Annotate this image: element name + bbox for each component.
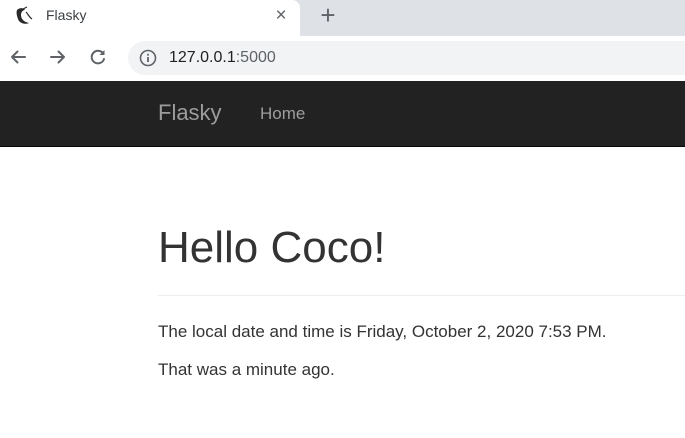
navbar-brand[interactable]: Flasky xyxy=(158,100,222,126)
flask-favicon-icon xyxy=(16,6,33,24)
url-text[interactable]: 127.0.0.1:5000 xyxy=(169,49,276,67)
page-title: Hello Coco! xyxy=(158,223,386,272)
header-divider xyxy=(158,295,685,296)
tab-title: Flasky xyxy=(46,7,87,23)
local-time-text: The local date and time is Friday, Octob… xyxy=(158,322,607,341)
site-info-icon[interactable] xyxy=(139,49,157,67)
forward-arrow-icon[interactable] xyxy=(48,47,68,67)
relative-time-text: That was a minute ago. xyxy=(158,360,335,379)
url-port: :5000 xyxy=(235,49,276,66)
address-bar[interactable]: 127.0.0.1:5000 xyxy=(128,41,685,75)
nav-item-home[interactable]: Home xyxy=(260,104,305,124)
browser-toolbar: 127.0.0.1:5000 xyxy=(0,36,685,81)
url-host: 127.0.0.1 xyxy=(169,49,236,66)
browser-tab[interactable]: Flasky × xyxy=(0,0,300,36)
back-arrow-icon[interactable] xyxy=(8,47,28,67)
reload-icon[interactable] xyxy=(88,47,108,67)
site-navbar: Flasky Home xyxy=(0,81,685,147)
close-tab-icon[interactable]: × xyxy=(272,6,290,25)
new-tab-icon[interactable]: + xyxy=(317,2,339,28)
tab-strip: Flasky × + xyxy=(0,0,685,36)
